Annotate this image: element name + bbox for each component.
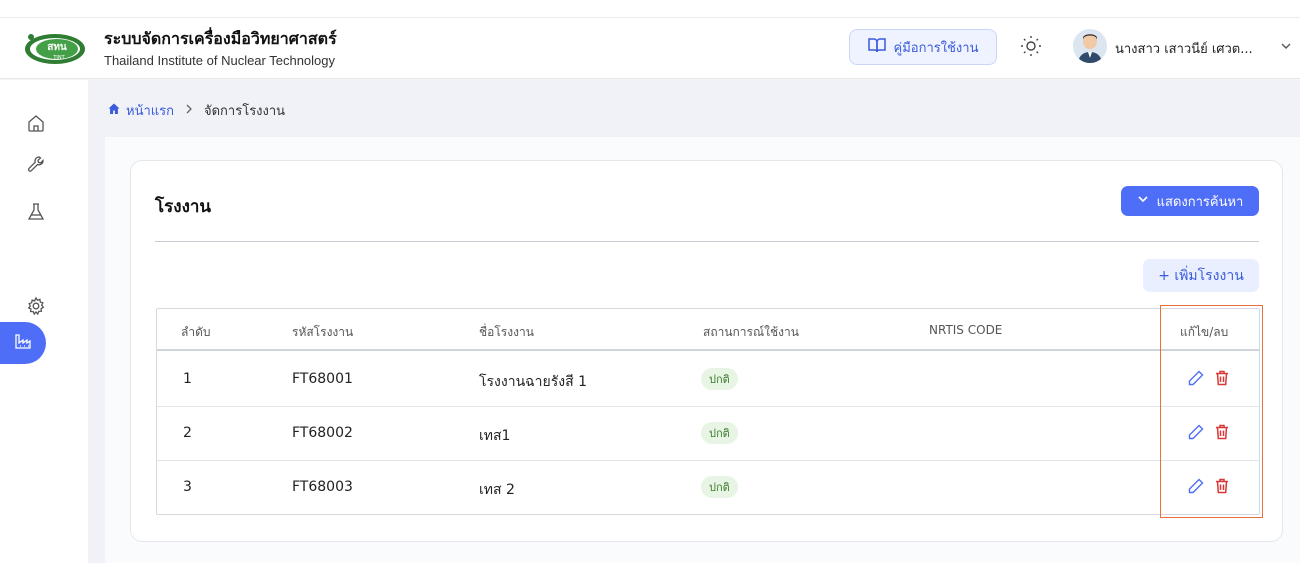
factory-name: โรงงานฉายรังสี 1 <box>479 374 588 390</box>
factory-name: เทส 2 <box>479 482 515 498</box>
table-row: 1 FT68001 โรงงานฉายรังสี 1 ปกติ <box>157 353 1259 407</box>
trash-icon[interactable] <box>1213 477 1233 497</box>
avatar[interactable] <box>1073 29 1107 63</box>
app-subtitle: Thailand Institute of Nuclear Technology <box>104 53 336 68</box>
chevron-down-icon[interactable] <box>1279 38 1293 52</box>
column-header: รหัสโรงงาน <box>292 325 354 339</box>
logo-text: สทน <box>47 42 67 53</box>
toggle-search-button[interactable]: แสดงการค้นหา <box>1121 186 1259 216</box>
app-header: สทน TINT ระบบจัดการเครื่องมือวิทยาศาสตร์… <box>0 0 1300 82</box>
table-row: 2 FT68002 เทส1 ปกติ <box>157 407 1259 461</box>
flask-icon[interactable] <box>22 198 50 226</box>
column-header: ลำดับ <box>181 325 211 339</box>
home-icon[interactable] <box>22 109 50 137</box>
column-header: สถานการณ์ใช้งาน <box>703 325 799 339</box>
breadcrumb-home[interactable]: หน้าแรก <box>108 100 174 121</box>
app-title: ระบบจัดการเครื่องมือวิทยาศาสตร์ <box>104 29 337 48</box>
status-badge: ปกติ <box>701 368 738 390</box>
factory-code: FT68002 <box>292 425 353 441</box>
chevron-down-icon <box>1137 193 1149 209</box>
row-number: 2 <box>183 425 192 441</box>
factory-card: โรงงาน แสดงการค้นหา + เพิ่มโรงงาน ลำดับ … <box>130 160 1283 542</box>
factory-code: FT68003 <box>292 479 353 495</box>
sidebar <box>0 80 88 563</box>
chevron-right-icon <box>182 102 196 120</box>
status-badge: ปกติ <box>701 476 738 498</box>
user-name[interactable]: นางสาว เสาวนีย์ เศวต... <box>1115 38 1253 59</box>
manual-button[interactable]: คู่มือการใช้งาน <box>849 29 997 65</box>
trash-icon[interactable] <box>1213 369 1233 389</box>
home-filled-icon <box>108 103 120 119</box>
divider <box>155 241 1259 242</box>
edit-icon[interactable] <box>1187 423 1207 443</box>
factory-table: ลำดับ รหัสโรงงาน ชื่อโรงงาน สถานการณ์ใช้… <box>156 308 1260 515</box>
gear-icon[interactable] <box>22 292 50 320</box>
book-icon <box>867 37 886 57</box>
breadcrumb-current: จัดการโรงงาน <box>204 104 286 119</box>
factory-name: เทส1 <box>479 428 511 444</box>
column-header: NRTIS CODE <box>929 323 1003 337</box>
tint-logo[interactable]: สทน TINT <box>20 28 90 68</box>
logo-sub-text: TINT <box>52 55 65 61</box>
trash-icon[interactable] <box>1213 423 1233 443</box>
table-header: ลำดับ รหัสโรงงาน ชื่อโรงงาน สถานการณ์ใช้… <box>157 309 1259 351</box>
factory-code: FT68001 <box>292 371 353 387</box>
column-header: ชื่อโรงงาน <box>479 325 534 339</box>
column-header: แก้ไข/ลบ <box>1180 325 1229 339</box>
breadcrumb: หน้าแรก จัดการโรงงาน <box>108 100 285 121</box>
add-factory-button[interactable]: + เพิ่มโรงงาน <box>1143 259 1259 292</box>
breadcrumb-home-label: หน้าแรก <box>126 104 174 119</box>
manual-label: คู่มือการใช้งาน <box>893 40 979 56</box>
edit-icon[interactable] <box>1187 369 1207 389</box>
toggle-search-label: แสดงการค้นหา <box>1156 194 1244 210</box>
row-number: 3 <box>183 479 192 495</box>
card-title: โรงงาน <box>155 197 212 217</box>
row-number: 1 <box>183 371 192 387</box>
status-badge: ปกติ <box>701 422 738 444</box>
wrench-icon[interactable] <box>22 151 50 179</box>
sun-icon[interactable] <box>1019 34 1043 58</box>
factory-icon <box>13 331 33 355</box>
header-bar: สทน TINT ระบบจัดการเครื่องมือวิทยาศาสตร์… <box>0 17 1300 79</box>
sidebar-item-factory[interactable] <box>0 322 46 364</box>
edit-icon[interactable] <box>1187 477 1207 497</box>
table-row: 3 FT68003 เทส 2 ปกติ <box>157 461 1259 515</box>
